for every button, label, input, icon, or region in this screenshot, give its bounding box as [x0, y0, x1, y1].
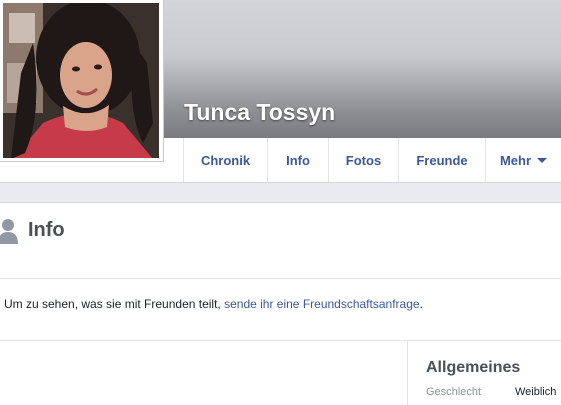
- friend-request-message: Um zu sehen, was sie mit Freunden teilt,…: [0, 279, 561, 341]
- tab-mehr[interactable]: Mehr: [485, 138, 561, 182]
- info-content: Allgemeines Geschlecht Weiblich: [0, 341, 561, 405]
- tab-info-label: Info: [286, 152, 310, 168]
- tab-chronik-label: Chronik: [200, 152, 251, 168]
- tab-chronik[interactable]: Chronik: [183, 138, 267, 182]
- info-section-header: Info: [0, 202, 561, 279]
- tab-fotos-label: Fotos: [345, 152, 382, 168]
- gender-label: Geschlecht: [426, 386, 482, 398]
- chevron-down-icon: [537, 157, 548, 163]
- section-title: Info: [28, 219, 65, 241]
- tab-fotos[interactable]: Fotos: [328, 138, 398, 182]
- gender-value: Weiblich: [515, 386, 557, 398]
- message-suffix: .: [419, 297, 423, 311]
- profile-photo: [3, 3, 160, 158]
- profile-name[interactable]: Tunca Tossyn: [184, 99, 335, 126]
- profile-picture[interactable]: [0, 0, 164, 162]
- profile-photo-image: [3, 3, 159, 158]
- friend-request-link[interactable]: sende ihr eine Freundschaftsanfrage: [224, 297, 419, 311]
- tab-freunde[interactable]: Freunde: [398, 138, 485, 182]
- general-panel: Allgemeines Geschlecht Weiblich: [407, 341, 561, 405]
- person-icon: [0, 219, 18, 244]
- message-text: Um zu sehen, was sie mit Freunden teilt,: [4, 297, 225, 311]
- tab-info[interactable]: Info: [267, 138, 328, 182]
- tab-freunde-label: Freunde: [416, 152, 468, 168]
- general-title: Allgemeines: [426, 359, 521, 376]
- tab-mehr-label: Mehr: [499, 152, 532, 168]
